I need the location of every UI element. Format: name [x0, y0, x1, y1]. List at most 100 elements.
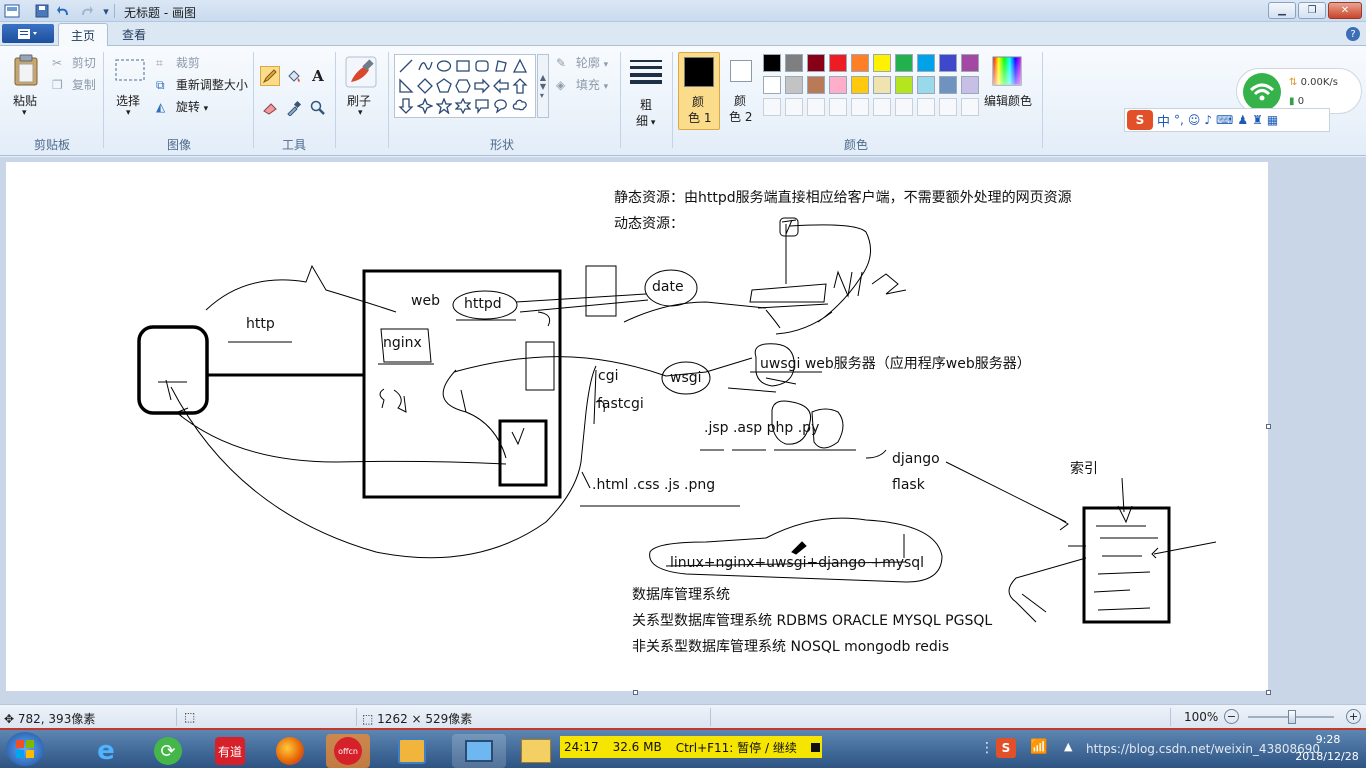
color2-button[interactable]: 颜 色 2 — [724, 52, 760, 130]
palette-swatch[interactable] — [873, 76, 891, 94]
select-dropdown-icon[interactable]: ▾ — [126, 108, 131, 118]
rotate-button[interactable]: ◭ 旋转 ▾ — [156, 98, 208, 116]
file-menu-button[interactable] — [2, 24, 54, 43]
oval-callout-icon[interactable] — [492, 97, 510, 115]
minimize-button[interactable]: ▁ — [1268, 2, 1296, 19]
palette-custom-slot[interactable] — [785, 98, 803, 116]
palette-swatch[interactable] — [939, 54, 957, 72]
palette-custom-slot[interactable] — [763, 98, 781, 116]
redo-icon[interactable] — [78, 3, 94, 19]
palette-swatch[interactable] — [829, 54, 847, 72]
skin-icon[interactable]: ♜ — [1252, 113, 1263, 127]
customize-toolbar-icon[interactable]: ▾ — [98, 3, 114, 19]
zoom-out-button[interactable]: − — [1224, 709, 1239, 724]
rotate-dropdown-icon[interactable]: ▾ — [204, 104, 209, 114]
edit-colors-button[interactable]: 编辑颜色 — [984, 52, 1036, 128]
palette-swatch[interactable] — [873, 54, 891, 72]
palette-custom-slot[interactable] — [895, 98, 913, 116]
outline-dropdown-icon[interactable]: ▾ — [604, 60, 609, 70]
right-triangle-icon[interactable] — [397, 77, 415, 95]
triangle-icon[interactable] — [511, 57, 529, 75]
palette-swatch[interactable] — [829, 76, 847, 94]
drawing-canvas[interactable]: 静态资源：由httpd服务端直接相应给客户端，不需要额外处理的网页资源 动态资源… — [6, 162, 1268, 691]
text-tool-icon[interactable]: A — [308, 66, 328, 86]
office-app-icon[interactable]: offcn — [326, 734, 370, 768]
palette-swatch[interactable] — [917, 76, 935, 94]
user-icon[interactable]: ♟ — [1237, 113, 1248, 127]
hexagon-icon[interactable] — [454, 77, 472, 95]
color1-button[interactable]: 颜 色 1 — [678, 52, 720, 130]
five-point-star-icon[interactable] — [435, 97, 453, 115]
internet-explorer-icon[interactable]: e — [84, 734, 128, 768]
palette-swatch[interactable] — [961, 76, 979, 94]
firefox-icon[interactable] — [268, 734, 312, 768]
palette-swatch[interactable] — [895, 76, 913, 94]
toolbox-icon[interactable]: ▦ — [1267, 113, 1278, 127]
fill-button[interactable]: ◈ 填充 ▾ — [556, 76, 608, 94]
show-hidden-icons[interactable]: ▲ — [1064, 740, 1072, 753]
palette-custom-slot[interactable] — [829, 98, 847, 116]
palette-swatch[interactable] — [785, 54, 803, 72]
palette-swatch[interactable] — [851, 76, 869, 94]
palette-swatch[interactable] — [763, 54, 781, 72]
microphone-icon[interactable]: ♪ — [1204, 113, 1212, 127]
curve-icon[interactable] — [416, 57, 434, 75]
six-point-star-icon[interactable] — [454, 97, 472, 115]
sogou-tray-icon[interactable]: S — [996, 738, 1016, 758]
ime-toolbar[interactable]: S 中 °, ☺ ♪ ⌨ ♟ ♜ ▦ — [1124, 108, 1330, 132]
punctuation-icon[interactable]: °, — [1174, 113, 1184, 127]
chinese-mode-icon[interactable]: 中 — [1157, 111, 1170, 130]
right-arrow-icon[interactable] — [473, 77, 491, 95]
select-button[interactable]: 选择 ▾ — [110, 52, 150, 128]
keyboard-icon[interactable]: ⌨ — [1216, 113, 1233, 127]
youdao-icon[interactable]: 有道 — [208, 734, 252, 768]
brushes-button[interactable]: 刷子 ▾ — [340, 52, 382, 128]
resize-handle-bottom[interactable] — [633, 690, 638, 695]
recorder-stop-icon[interactable] — [810, 742, 820, 752]
close-button[interactable]: ✕ — [1328, 2, 1362, 19]
magnifier-tool[interactable] — [308, 98, 328, 118]
rectangle-icon[interactable] — [454, 57, 472, 75]
down-arrow-icon[interactable] — [397, 97, 415, 115]
up-arrow-icon[interactable] — [511, 77, 529, 95]
clock-date[interactable]: 2018/12/28 — [1294, 750, 1360, 763]
maximize-button[interactable]: ❐ — [1298, 2, 1326, 19]
palette-custom-slot[interactable] — [917, 98, 935, 116]
app-icon[interactable] — [4, 3, 20, 19]
undo-icon[interactable] — [56, 3, 72, 19]
start-button[interactable] — [6, 732, 44, 766]
cloud-callout-icon[interactable] — [511, 97, 529, 115]
network-tray-icon[interactable]: 📶 — [1030, 739, 1047, 755]
remote-desktop-icon[interactable] — [452, 734, 506, 768]
palette-custom-slot[interactable] — [939, 98, 957, 116]
rect-callout-icon[interactable] — [473, 97, 491, 115]
eraser-tool[interactable] — [260, 98, 280, 118]
resize-handle-corner[interactable] — [1266, 690, 1271, 695]
pencil-tool[interactable] — [260, 66, 280, 86]
emoji-icon[interactable]: ☺ — [1188, 113, 1201, 127]
tab-home[interactable]: 主页 — [58, 23, 109, 46]
crop-button[interactable]: ⌗ 裁剪 — [156, 54, 200, 72]
screen-recorder-bar[interactable]: 24:17 32.6 MB Ctrl+F11: 暂停 / 继续 — [560, 736, 822, 758]
outline-button[interactable]: ✎ 轮廓 ▾ — [556, 54, 608, 72]
line-icon[interactable] — [397, 57, 415, 75]
oval-icon[interactable] — [435, 57, 453, 75]
cut-button[interactable]: ✂ 剪切 — [52, 54, 96, 72]
color-picker-tool[interactable] — [284, 98, 304, 118]
palette-swatch[interactable] — [763, 76, 781, 94]
palette-swatch[interactable] — [785, 76, 803, 94]
brushes-dropdown-icon[interactable]: ▾ — [358, 108, 363, 118]
shapes-scroll[interactable]: ▲ ▼ ▾ — [537, 54, 549, 118]
fill-dropdown-icon[interactable]: ▾ — [604, 82, 609, 92]
paste-dropdown-icon[interactable]: ▾ — [22, 108, 27, 118]
left-arrow-icon[interactable] — [492, 77, 510, 95]
polygon-icon[interactable] — [492, 57, 510, 75]
palette-swatch[interactable] — [939, 76, 957, 94]
size-button[interactable]: 粗 细 ▾ — [626, 52, 666, 128]
resize-handle-right[interactable] — [1266, 424, 1271, 429]
rounded-rectangle-icon[interactable] — [473, 57, 491, 75]
file-explorer-icon[interactable] — [514, 734, 558, 768]
refresh-app-icon[interactable]: ⟳ — [146, 734, 190, 768]
save-icon[interactable] — [34, 3, 50, 19]
zoom-in-button[interactable]: + — [1346, 709, 1361, 724]
